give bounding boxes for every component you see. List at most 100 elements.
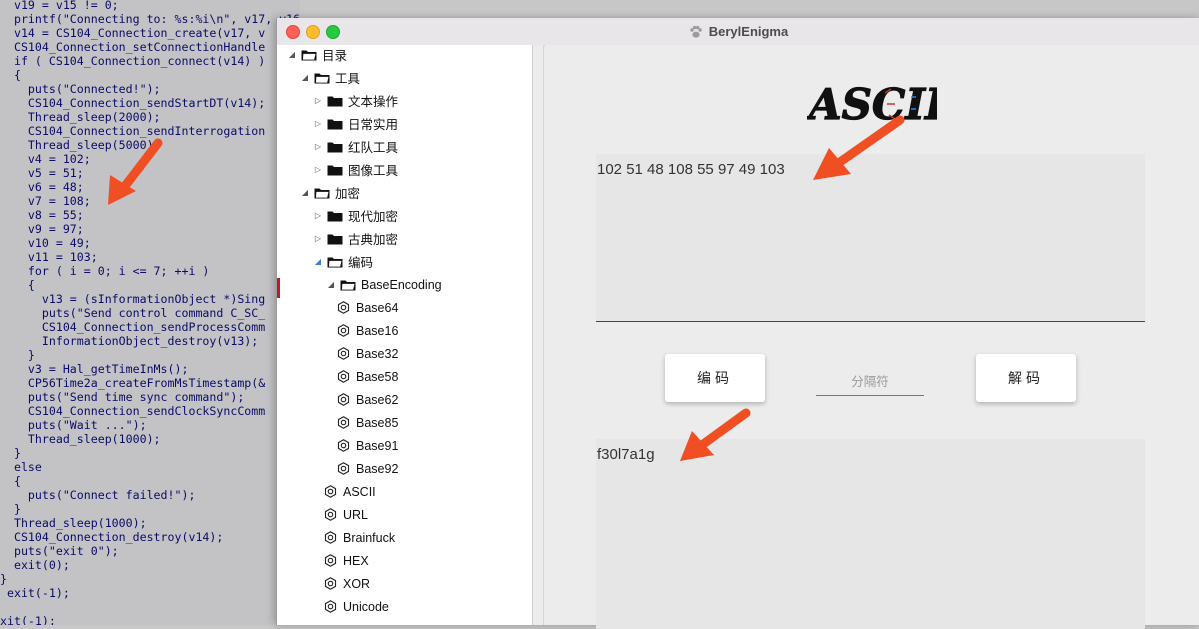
code-line: xit(-1); <box>0 614 56 625</box>
title-bar: BerylEnigma <box>277 18 1199 46</box>
tree-item[interactable]: ▷ 现代加密 <box>311 204 398 227</box>
gear-icon <box>324 577 337 590</box>
tree-item[interactable]: ◢ 工具 <box>298 66 360 89</box>
tree-item[interactable]: ▷ 古典加密 <box>311 227 398 250</box>
code-line: Thread_sleep(1000); <box>0 516 147 530</box>
gear-icon <box>337 439 350 452</box>
code-line: } <box>0 572 7 586</box>
code-line: puts("Send control command C_SC_ <box>0 306 266 320</box>
tree-item[interactable]: HEX <box>324 549 369 572</box>
folder-icon <box>327 96 343 106</box>
collapse-arrow-icon[interactable]: ▷ <box>311 142 325 151</box>
code-line: exit(-1); <box>0 586 70 600</box>
code-line: { <box>0 278 35 292</box>
folder-icon <box>327 119 343 129</box>
window-title-group: BerylEnigma <box>277 18 1199 45</box>
tree-item[interactable]: Base64 <box>337 296 398 319</box>
tree-item-label: Base58 <box>356 369 399 384</box>
gear-icon <box>337 416 350 429</box>
tree-item[interactable]: Base16 <box>337 319 398 342</box>
code-line: Thread_sleep(1000); <box>0 432 161 446</box>
tree-item[interactable]: Base85 <box>337 411 398 434</box>
tree-item-label: 编码 <box>348 256 374 270</box>
tree-item[interactable]: ▷ 图像工具 <box>311 158 398 181</box>
code-line: { <box>0 68 21 82</box>
folder-icon <box>327 142 343 152</box>
folder-icon <box>327 165 343 175</box>
output-text-area[interactable]: f30l7a1g <box>596 439 1145 629</box>
tree-item[interactable]: Brainfuck <box>324 526 395 549</box>
tree-item-label: Base16 <box>356 323 399 338</box>
code-line: InformationObject_destroy(v13); <box>0 334 259 348</box>
code-line: v6 = 48; <box>0 180 84 194</box>
tree-item-label: 古典加密 <box>348 233 399 247</box>
folder-icon <box>327 234 343 244</box>
tree-item-label: BaseEncoding <box>361 277 442 292</box>
code-line: v5 = 51; <box>0 166 84 180</box>
code-line: puts("Connected!"); <box>0 82 161 96</box>
code-line: } <box>0 446 21 460</box>
collapse-arrow-icon[interactable]: ▷ <box>311 211 325 220</box>
panel-splitter[interactable] <box>533 45 544 625</box>
tree-item[interactable]: ASCII <box>324 480 376 503</box>
tree-item[interactable]: ◢ BaseEncoding <box>324 273 442 296</box>
tree-item[interactable]: Unicode <box>324 595 389 618</box>
tree-item[interactable]: Base92 <box>337 457 398 480</box>
code-line: v14 = CS104_Connection_create(v17, v <box>0 26 266 40</box>
code-line: v4 = 102; <box>0 152 91 166</box>
collapse-arrow-icon[interactable]: ▷ <box>311 119 325 128</box>
code-line: CS104_Connection_setConnectionHandle <box>0 40 266 54</box>
tree-item[interactable]: Base62 <box>337 388 398 411</box>
gear-icon <box>337 324 350 337</box>
tree-item[interactable]: ▷ 日常实用 <box>311 112 398 135</box>
tree-item-label: Unicode <box>343 599 389 614</box>
gear-icon <box>324 508 337 521</box>
tree-item[interactable]: ▷ 红队工具 <box>311 135 398 158</box>
code-line: v11 = 103; <box>0 250 98 264</box>
code-line: v7 = 108; <box>0 194 91 208</box>
tree-item[interactable]: Base91 <box>337 434 398 457</box>
encode-button[interactable]: 编码 <box>665 354 765 402</box>
tree-item-label: 红队工具 <box>348 141 399 155</box>
tree-item-label: ASCII <box>343 484 376 499</box>
tree-item-label: Brainfuck <box>343 530 396 545</box>
tree-item[interactable]: XOR <box>324 572 370 595</box>
expand-arrow-icon[interactable]: ◢ <box>298 73 312 82</box>
separator-input[interactable] <box>816 368 924 396</box>
background-code-view: v19 = v15 != 0; printf("Connecting to: %… <box>0 0 300 625</box>
tree-item-label: 图像工具 <box>348 164 399 178</box>
code-line: CS104_Connection_sendProcessComm <box>0 320 266 334</box>
app-window: BerylEnigma ◢ 目录 ◢ 工具 ▷ 文本操作 ▷ 日常实用 ▷ 红队工具 ▷ 图像工具 ◢ 加… <box>276 18 1199 629</box>
gear-icon <box>337 370 350 383</box>
window-title: BerylEnigma <box>708 24 789 39</box>
expand-arrow-icon[interactable]: ◢ <box>298 188 312 197</box>
decode-button[interactable]: 解码 <box>976 354 1076 402</box>
tree-item-label: Base62 <box>356 392 399 407</box>
tree-item-label: 现代加密 <box>348 210 399 224</box>
folder-icon <box>340 280 356 290</box>
tree-item[interactable]: ◢ 加密 <box>298 181 360 204</box>
collapse-arrow-icon[interactable]: ▷ <box>311 234 325 243</box>
collapse-arrow-icon[interactable]: ▷ <box>311 96 325 105</box>
folder-icon <box>327 211 343 221</box>
tree-item[interactable]: Base32 <box>337 342 398 365</box>
code-line: printf("Connecting to: %s:%i\n", v17, v1… <box>0 12 300 26</box>
tree-item[interactable]: Base58 <box>337 365 398 388</box>
expand-arrow-icon[interactable]: ◢ <box>285 50 299 59</box>
tree-item[interactable]: ◢ 目录 <box>285 45 347 66</box>
navigation-tree[interactable]: ◢ 目录 ◢ 工具 ▷ 文本操作 ▷ 日常实用 ▷ 红队工具 ▷ 图像工具 ◢ 加密 ▷ 现代加密 ▷ 古典加密 ◢… <box>277 45 533 625</box>
tree-item[interactable]: URL <box>324 503 368 526</box>
annotation-arrow-code <box>108 138 163 205</box>
tree-item-label: 文本操作 <box>348 95 399 109</box>
expand-arrow-icon[interactable]: ◢ <box>324 280 338 289</box>
tree-item[interactable]: ▷ 文本操作 <box>311 89 398 112</box>
tree-item[interactable]: ◢ 编码 <box>311 250 373 273</box>
tree-item-label: Base64 <box>356 300 399 315</box>
paw-icon <box>690 25 702 38</box>
tree-item-label: XOR <box>343 576 371 591</box>
collapse-arrow-icon[interactable]: ▷ <box>311 165 325 174</box>
selection-marker <box>277 278 280 298</box>
code-line: puts("exit 0"); <box>0 544 119 558</box>
code-line: v8 = 55; <box>0 208 84 222</box>
expand-arrow-icon[interactable]: ◢ <box>311 257 325 266</box>
